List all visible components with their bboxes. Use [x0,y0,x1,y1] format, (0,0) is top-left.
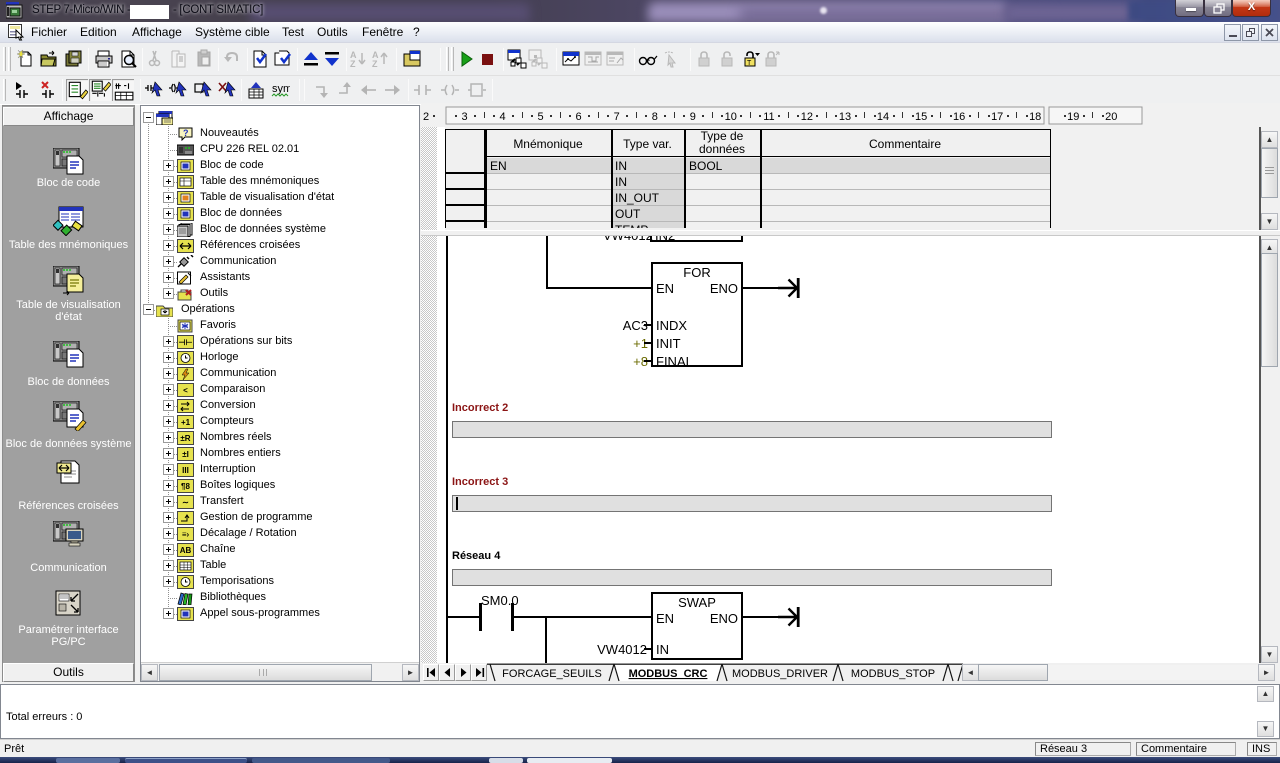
svg-text:<: < [183,386,188,395]
svg-text:5: 5 [538,111,544,123]
svg-text:7: 7 [614,111,620,123]
svg-text:⊣⊢: ⊣⊢ [179,337,193,347]
svg-text:15: 15 [915,111,927,123]
svg-text:≡›: ≡› [182,530,190,539]
svg-text:4: 4 [499,111,505,123]
svg-text:¶8: ¶8 [181,482,190,491]
svg-text:18: 18 [1029,111,1041,123]
svg-text:±I: ±I [182,450,189,459]
svg-text:MODBUS_CRC: MODBUS_CRC [629,668,708,680]
svg-text:6: 6 [576,111,582,123]
svg-text:±R: ±R [180,434,190,443]
svg-text:sym: sym [272,83,290,95]
svg-text:∼: ∼ [182,498,189,507]
svg-text:10: 10 [725,111,737,123]
svg-text:Z: Z [350,59,356,69]
svg-text:FORCAGE_SEUILS: FORCAGE_SEUILS [502,668,602,680]
svg-text:Z: Z [372,59,378,69]
svg-text:III: III [182,466,189,475]
svg-text:2: 2 [423,111,429,123]
svg-text:+1: +1 [181,418,191,427]
svg-text:3: 3 [461,111,467,123]
svg-text:9: 9 [690,111,696,123]
svg-text:MODBUS_DRIVER: MODBUS_DRIVER [732,668,828,680]
svg-text:16: 16 [953,111,965,123]
svg-text:T: T [747,60,752,67]
svg-text:19: 19 [1067,111,1079,123]
svg-text:8: 8 [652,111,658,123]
svg-text:14: 14 [877,111,889,123]
svg-text:17: 17 [991,111,1003,123]
svg-text:12: 12 [801,111,813,123]
svg-text:20: 20 [1105,111,1117,123]
svg-text:11: 11 [763,111,774,123]
svg-text:AB: AB [180,546,192,555]
svg-text:MODBUS_STOP: MODBUS_STOP [851,668,935,680]
svg-text:?: ? [183,128,189,138]
svg-text:13: 13 [839,111,851,123]
